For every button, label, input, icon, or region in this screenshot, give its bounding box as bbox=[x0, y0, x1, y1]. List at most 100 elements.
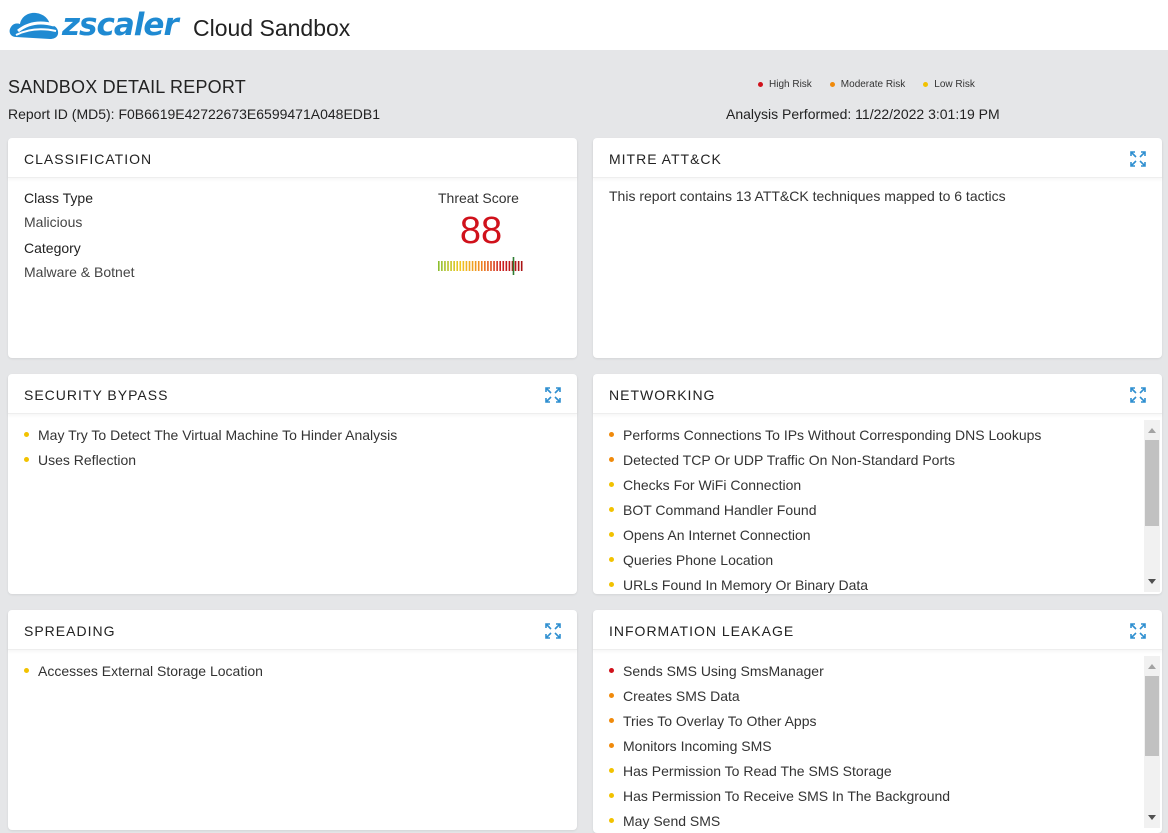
threat-score-value: 88 bbox=[459, 210, 503, 252]
analysis-timestamp: Analysis Performed: 11/22/2022 3:01:19 P… bbox=[726, 106, 1000, 122]
low-risk-bullet-icon bbox=[609, 557, 614, 562]
gauge-tick bbox=[465, 261, 468, 271]
gauge-tick bbox=[450, 261, 452, 271]
security-bypass-list: May Try To Detect The Virtual Machine To… bbox=[24, 422, 397, 472]
legend-label: Moderate Risk bbox=[840, 79, 906, 90]
gauge-tick bbox=[471, 261, 474, 271]
low-risk-bullet-icon bbox=[609, 768, 614, 773]
gauge-tick bbox=[453, 261, 455, 271]
brand-wordmark: zscaler bbox=[62, 7, 179, 43]
legend-label: High Risk bbox=[769, 79, 812, 90]
list-item-text: Has Permission To Receive SMS In The Bac… bbox=[623, 787, 951, 804]
list-item: Creates SMS Data bbox=[609, 683, 950, 708]
expand-icon[interactable] bbox=[1130, 623, 1146, 639]
card-title: NETWORKING bbox=[609, 387, 716, 403]
class-type-value: Malicious bbox=[24, 214, 83, 230]
list-item: Opens An Internet Connection bbox=[609, 522, 1041, 547]
card-title: SPREADING bbox=[24, 623, 116, 639]
expand-icon[interactable] bbox=[1130, 151, 1146, 167]
gauge-tick bbox=[484, 261, 486, 271]
information-leakage-card: INFORMATION LEAKAGE Sends SMS Using SmsM… bbox=[593, 610, 1162, 833]
low-risk-bullet-icon bbox=[609, 818, 614, 823]
gauge-marker bbox=[512, 257, 515, 275]
card-title: INFORMATION LEAKAGE bbox=[609, 623, 795, 639]
information-leakage-scroll-area[interactable]: Sends SMS Using SmsManager Creates SMS Da… bbox=[593, 656, 1142, 833]
list-item-text: Performs Connections To IPs Without Corr… bbox=[623, 426, 1042, 443]
moderate-risk-bullet-icon bbox=[609, 432, 614, 437]
card-header: SPREADING bbox=[8, 610, 577, 650]
spreading-card: SPREADING Accesses External Storage Loca… bbox=[8, 610, 577, 830]
low-risk-dot-icon bbox=[923, 82, 929, 87]
gauge-tick bbox=[496, 261, 498, 271]
list-item-text: Sends SMS Using SmsManager bbox=[623, 662, 824, 679]
list-item-text: May Send SMS bbox=[623, 812, 721, 829]
gauge-tick bbox=[438, 261, 440, 271]
networking-list: Performs Connections To IPs Without Corr… bbox=[609, 422, 1041, 594]
scrollbar-thumb[interactable] bbox=[1145, 676, 1159, 756]
gauge-tick bbox=[493, 261, 495, 271]
list-item: Has Permission To Receive SMS In The Bac… bbox=[609, 783, 950, 808]
low-risk-bullet-icon bbox=[609, 482, 614, 487]
expand-icon[interactable] bbox=[1130, 387, 1146, 403]
list-item: Accesses External Storage Location bbox=[24, 658, 263, 683]
gauge-tick bbox=[456, 261, 459, 271]
list-item-text: Opens An Internet Connection bbox=[623, 526, 811, 543]
scrollbar[interactable] bbox=[1144, 420, 1160, 592]
scroll-down-arrow-icon[interactable] bbox=[1148, 815, 1156, 820]
high-risk-bullet-icon bbox=[609, 668, 614, 673]
app-title: Cloud Sandbox bbox=[193, 15, 351, 41]
list-item: Performs Connections To IPs Without Corr… bbox=[609, 422, 1041, 447]
low-risk-bullet-icon bbox=[24, 432, 29, 437]
card-header: MITRE ATT&CK bbox=[593, 138, 1162, 178]
low-risk-bullet-icon bbox=[609, 582, 614, 587]
moderate-risk-bullet-icon bbox=[609, 693, 614, 698]
card-title: SECURITY BYPASS bbox=[24, 387, 169, 403]
card-header: NETWORKING bbox=[593, 374, 1162, 414]
list-item-text: Checks For WiFi Connection bbox=[623, 476, 802, 493]
list-item-text: May Try To Detect The Virtual Machine To… bbox=[38, 426, 398, 443]
gauge-tick bbox=[468, 261, 471, 271]
list-item-text: URLs Found In Memory Or Binary Data bbox=[623, 576, 869, 593]
low-risk-bullet-icon bbox=[24, 457, 29, 462]
list-item: Has Permission To Read The SMS Storage bbox=[609, 758, 950, 783]
spreading-list: Accesses External Storage Location bbox=[24, 658, 263, 683]
list-item: URLs Found In Memory Or Binary Data bbox=[609, 572, 1041, 594]
scrollbar-thumb[interactable] bbox=[1145, 440, 1159, 526]
expand-icon[interactable] bbox=[545, 387, 561, 403]
cloud-logo-icon bbox=[9, 12, 59, 39]
moderate-risk-bullet-icon bbox=[609, 457, 614, 462]
gauge-tick bbox=[441, 261, 443, 271]
gauge-tick bbox=[517, 261, 520, 271]
low-risk-bullet-icon bbox=[609, 793, 614, 798]
gauge-tick bbox=[487, 261, 489, 271]
list-item: BOT Command Handler Found bbox=[609, 497, 1041, 522]
list-item: Detected TCP Or UDP Traffic On Non-Stand… bbox=[609, 447, 1041, 472]
report-id: Report ID (MD5): F0B6619E42722673E659947… bbox=[8, 106, 381, 122]
networking-scroll-area[interactable]: Performs Connections To IPs Without Corr… bbox=[593, 420, 1142, 594]
information-leakage-list: Sends SMS Using SmsManager Creates SMS Da… bbox=[609, 658, 950, 833]
report-title: SANDBOX DETAIL REPORT bbox=[8, 77, 246, 97]
category-label: Category bbox=[24, 240, 81, 256]
scroll-up-arrow-icon[interactable] bbox=[1148, 664, 1156, 669]
legend-low-risk: Low Risk bbox=[923, 79, 975, 90]
moderate-risk-bullet-icon bbox=[609, 743, 614, 748]
legend-moderate-risk: Moderate Risk bbox=[829, 79, 906, 90]
threat-score-label: Threat Score bbox=[438, 190, 519, 206]
list-item: May Send SMS bbox=[609, 808, 950, 833]
security-bypass-card: SECURITY BYPASS May Try To Detect The Vi… bbox=[8, 374, 577, 594]
list-item: May Try To Detect The Virtual Machine To… bbox=[24, 422, 397, 447]
expand-icon[interactable] bbox=[545, 623, 561, 639]
scroll-up-arrow-icon[interactable] bbox=[1148, 428, 1156, 433]
risk-legend: High Risk Moderate Risk Low Risk bbox=[758, 79, 975, 90]
legend-label: Low Risk bbox=[934, 79, 975, 90]
card-header: CLASSIFICATION bbox=[8, 138, 577, 178]
list-item-text: Accesses External Storage Location bbox=[38, 662, 263, 679]
scroll-down-arrow-icon[interactable] bbox=[1148, 579, 1156, 584]
top-bar: zscaler Cloud Sandbox bbox=[0, 0, 1168, 50]
gauge-tick bbox=[474, 261, 477, 271]
zscaler-logo[interactable]: zscaler bbox=[8, 6, 179, 44]
scrollbar[interactable] bbox=[1144, 656, 1160, 828]
low-risk-bullet-icon bbox=[609, 507, 614, 512]
networking-card: NETWORKING Performs Connections To IPs W… bbox=[593, 374, 1162, 594]
mitre-card: MITRE ATT&CK This report contains 13 ATT… bbox=[593, 138, 1162, 358]
